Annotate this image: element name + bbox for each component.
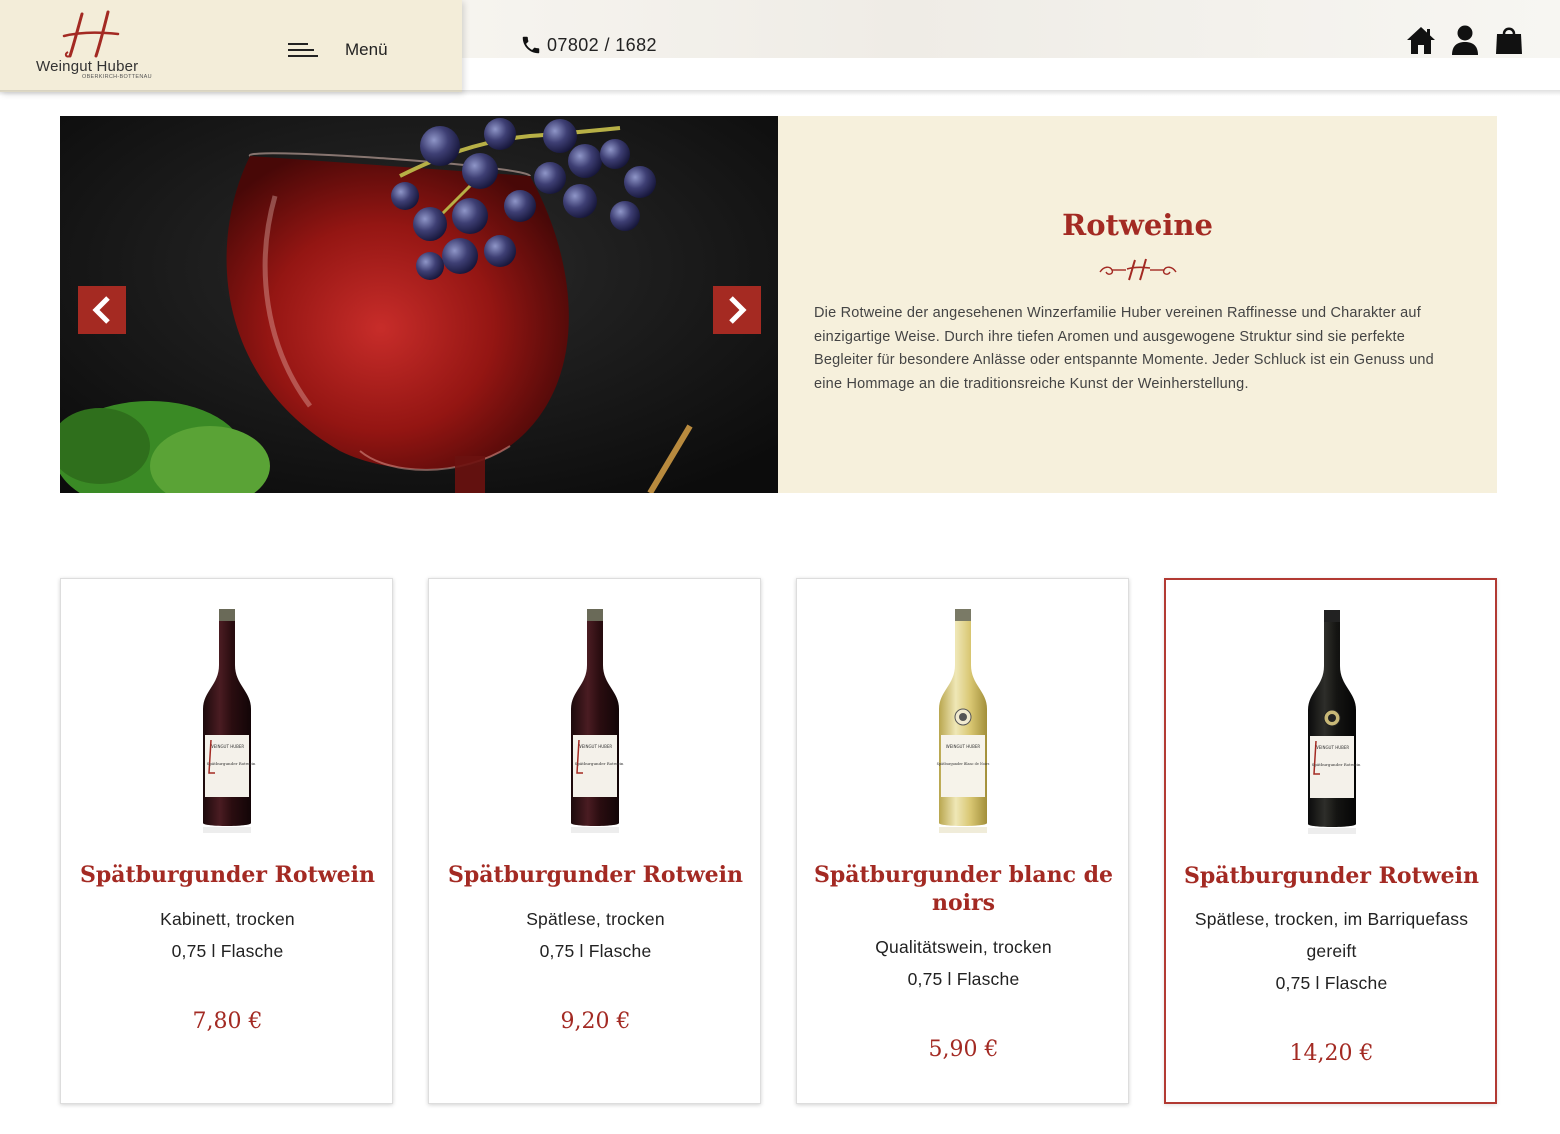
product-quality: Kabinett, trocken (160, 909, 295, 929)
product-image-bottle: WEINGUT HUBER Spätburgunder Rotwein (1308, 610, 1361, 834)
svg-text:WEINGUT HUBER: WEINGUT HUBER (210, 744, 245, 749)
ornament-divider-icon (1099, 258, 1177, 281)
phone-icon (522, 36, 540, 54)
wine-glass-image (60, 116, 778, 493)
product-volume: 0,75 l Flasche (1275, 973, 1388, 993)
svg-text:WEINGUT HUBER: WEINGUT HUBER (1315, 745, 1350, 750)
brand-name: Weingut Huber (36, 58, 139, 75)
site-header: Weingut Huber OBERKIRCH-BOTTENAU Menü 07… (0, 0, 1560, 96)
brand-location: OBERKIRCH-BOTTENAU (82, 74, 152, 80)
product-card[interactable]: WEINGUT HUBER Spätburgunder Rotwein Spät… (60, 578, 393, 1104)
product-name[interactable]: Spätburgunder blanc de noirs (807, 861, 1120, 917)
chevron-right-icon (729, 296, 747, 324)
svg-text:Spätburgunder Rotwein: Spätburgunder Rotwein (1312, 762, 1361, 767)
shopping-bag-icon[interactable] (1494, 24, 1524, 56)
product-quality: Spätlese, trocken (526, 909, 665, 929)
product-name[interactable]: Spätburgunder Rotwein (1175, 862, 1488, 890)
product-price: 7,80 € (192, 1009, 263, 1034)
svg-text:Spätburgunder Rotwein: Spätburgunder Rotwein (207, 761, 256, 766)
user-icon[interactable] (1450, 24, 1480, 56)
product-image-bottle: WEINGUT HUBER Spätburgunder Blanc de Noi… (937, 609, 990, 833)
product-price: 9,20 € (560, 1009, 631, 1034)
menu-label: Menü (345, 40, 388, 59)
category-title: Rotweine (1062, 208, 1213, 242)
header-shadow (0, 90, 1560, 96)
product-image-bottle: WEINGUT HUBER Spätburgunder Rotwein (203, 609, 256, 833)
home-icon[interactable] (1406, 24, 1436, 56)
product-name[interactable]: Spätburgunder Rotwein (439, 861, 752, 889)
menu-icon (288, 40, 318, 60)
hero-text-panel: Rotweine Die Rotweine der angesehenen Wi… (778, 116, 1497, 493)
product-volume: 0,75 l Flasche (907, 969, 1020, 989)
product-quality: Spätlese, trocken, im Barriquefass gerei… (1194, 909, 1469, 961)
phone-link[interactable]: 07802 / 1682 (520, 33, 657, 57)
hero-image-slider (60, 116, 778, 493)
svg-text:Spätburgunder Blanc de Noirs: Spätburgunder Blanc de Noirs (937, 762, 990, 766)
product-image-bottle: WEINGUT HUBER Spätburgunder Rotwein (571, 609, 624, 833)
product-card[interactable]: WEINGUT HUBER Spätburgunder Blanc de Noi… (796, 578, 1129, 1104)
menu-button[interactable]: Menü (288, 36, 398, 64)
slider-next-button[interactable] (713, 286, 761, 334)
phone-number: 07802 / 1682 (547, 34, 657, 55)
product-volume: 0,75 l Flasche (171, 941, 284, 961)
logo-panel: Weingut Huber OBERKIRCH-BOTTENAU Menü (0, 0, 462, 92)
category-description: Die Rotweine der angesehenen Winzerfamil… (814, 305, 1434, 392)
category-hero: Rotweine Die Rotweine der angesehenen Wi… (60, 116, 1497, 493)
svg-text:Spätburgunder Rotwein: Spätburgunder Rotwein (575, 761, 624, 766)
slider-prev-button[interactable] (78, 286, 126, 334)
svg-text:WEINGUT HUBER: WEINGUT HUBER (578, 744, 613, 749)
svg-text:WEINGUT HUBER: WEINGUT HUBER (946, 744, 981, 749)
product-quality: Qualitätswein, trocken (875, 937, 1052, 957)
product-price: 14,20 € (1289, 1041, 1374, 1066)
product-card-selected[interactable]: WEINGUT HUBER Spätburgunder Rotwein Spät… (1164, 578, 1497, 1104)
header-actions (1406, 24, 1524, 56)
product-grid: WEINGUT HUBER Spätburgunder Rotwein Spät… (60, 578, 1497, 1104)
product-price: 5,90 € (928, 1037, 999, 1062)
product-card[interactable]: WEINGUT HUBER Spätburgunder Rotwein Spät… (428, 578, 761, 1104)
chevron-left-icon (92, 296, 110, 324)
product-volume: 0,75 l Flasche (539, 941, 652, 961)
product-name[interactable]: Spätburgunder Rotwein (71, 861, 384, 889)
